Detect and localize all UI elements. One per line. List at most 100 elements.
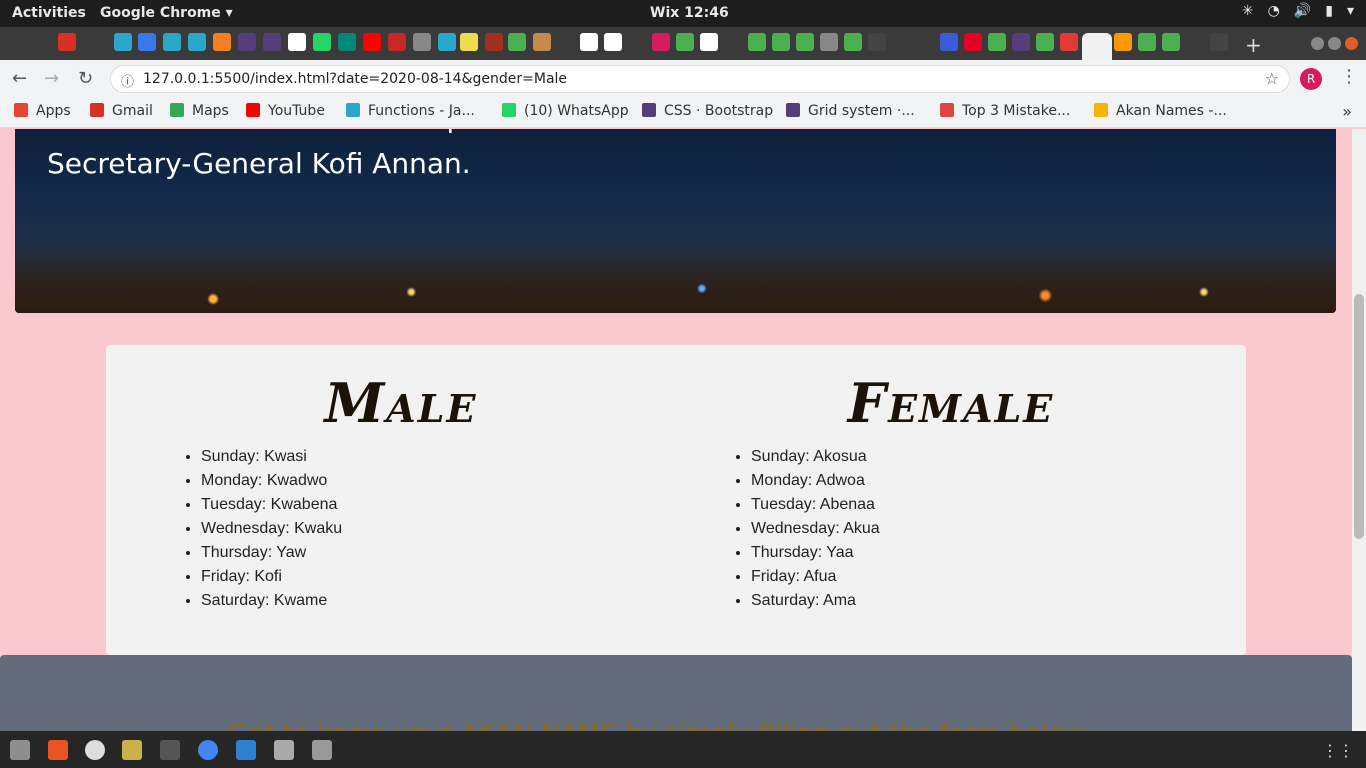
bookmark-akan-names[interactable]: Akan Names -... [1094,103,1227,119]
tab-32[interactable] [988,33,1006,51]
tab-22[interactable] [676,33,694,51]
tab-25[interactable] [772,33,790,51]
tab-11[interactable] [363,33,381,51]
tab-2[interactable] [138,33,156,51]
tab-31[interactable] [964,33,982,51]
bookmark-apps[interactable]: Apps [14,103,71,119]
tab-6[interactable] [238,33,256,51]
site-info-icon[interactable]: ⓘ [121,71,134,90]
files-icon[interactable] [10,740,30,760]
tab-35[interactable] [1060,33,1078,51]
window-controls[interactable] [1311,37,1358,50]
tab-18[interactable] [533,33,551,51]
tab-8[interactable] [288,33,306,51]
tab-active[interactable] [1082,33,1112,60]
forward-icon[interactable]: → [44,68,59,89]
bookmark-whatsapp[interactable]: (10) WhatsApp [502,103,629,119]
tab-17[interactable] [508,33,526,51]
printer-icon[interactable] [312,740,332,760]
minimize-icon[interactable] [1311,37,1324,50]
software-icon[interactable] [48,740,68,760]
tab-24[interactable] [748,33,766,51]
tab-1[interactable] [114,33,132,51]
battery-icon: ▮ [1325,3,1333,19]
back-icon[interactable]: ← [12,68,27,89]
tab-36[interactable] [1114,33,1132,51]
close-icon[interactable] [1345,37,1358,50]
tab-21[interactable] [652,33,670,51]
female-column: Female Sunday: Akosua Monday: Adwoa Tues… [676,371,1226,613]
list-item: Monday: Kwadwo [201,469,676,493]
wifi-icon: ◔ [1267,3,1280,19]
screenshot-icon[interactable] [122,740,142,760]
bookmark-maps[interactable]: Maps [170,103,229,119]
system-tray[interactable]: ✳ ◔ 🔊 ▮ ▾ [1242,3,1354,19]
slack-icon[interactable] [85,740,105,760]
tab-26[interactable] [796,33,814,51]
tab-27[interactable] [820,33,838,51]
tab-38[interactable] [1162,33,1180,51]
address-bar[interactable]: ⓘ 127.0.0.1:5500/index.html?date=2020-08… [110,65,1290,93]
bookmark-gmail[interactable]: Gmail [90,103,153,119]
tab-15[interactable] [460,33,478,51]
slack-icon[interactable]: ✳ [1242,3,1254,19]
tab-39[interactable] [1210,33,1228,51]
bookmark-grid-system[interactable]: Grid system ·... [786,103,915,119]
reload-icon[interactable]: ↻ [78,68,93,89]
tab-9[interactable] [313,33,331,51]
tab-33[interactable] [1012,33,1030,51]
show-apps-icon[interactable]: ⋮⋮ [1322,741,1354,760]
maximize-icon[interactable] [1328,37,1341,50]
gmail-icon [90,103,104,117]
system-top-bar: Activities Google Chrome ▾ Wix 12:46 ✳ ◔… [0,0,1366,27]
tab-13[interactable] [413,33,431,51]
profile-avatar[interactable]: R [1300,68,1322,90]
bootstrap-icon [786,103,800,117]
power-menu-icon[interactable]: ▾ [1347,3,1354,19]
tab-10[interactable] [338,33,356,51]
tab-4[interactable] [188,33,206,51]
volume-icon: 🔊 [1293,3,1312,19]
tab-12[interactable] [388,33,406,51]
bookmark-top-3-mistakes[interactable]: Top 3 Mistake... [940,103,1070,119]
tab-20[interactable] [604,33,622,51]
tab-23[interactable] [700,33,718,51]
video-icon[interactable] [160,740,180,760]
tab-30[interactable] [940,33,958,51]
bookmark-functions[interactable]: Functions - Ja... [346,103,475,119]
bookmark-youtube[interactable]: YouTube [246,103,325,119]
page-viewport: names include Ghana's first president Kw… [0,129,1352,731]
male-names-list: Sunday: Kwasi Monday: Kwadwo Tuesday: Kw… [201,445,676,613]
app-menu[interactable]: Google Chrome ▾ [100,5,233,21]
clock[interactable]: Wix 12:46 [650,5,729,21]
list-item: Wednesday: Kwaku [201,517,676,541]
list-item: Tuesday: Kwabena [201,493,676,517]
female-heading: Female [847,371,1055,435]
tab-gmail[interactable] [58,33,76,51]
url-text[interactable]: 127.0.0.1:5500/index.html?date=2020-08-1… [143,71,567,87]
vscode-icon[interactable] [236,740,256,760]
more-bookmarks-icon[interactable]: » [1342,102,1352,121]
text-editor-icon[interactable] [274,740,294,760]
activities-button[interactable]: Activities [12,5,86,21]
tab-37[interactable] [1138,33,1156,51]
tab-3[interactable] [163,33,181,51]
tab-19[interactable] [580,33,598,51]
page-scrollbar[interactable] [1352,129,1366,731]
new-tab-icon[interactable]: + [1245,33,1262,57]
tab-29[interactable] [868,33,886,51]
city-lights-image [15,243,1336,313]
bookmark-star-icon[interactable]: ☆ [1265,69,1279,88]
scrollbar-thumb[interactable] [1354,294,1364,539]
tab-7[interactable] [263,33,281,51]
tab-28[interactable] [844,33,862,51]
chrome-icon[interactable] [198,740,218,760]
tab-14[interactable] [438,33,456,51]
bookmark-css-bootstrap[interactable]: CSS · Bootstrap [642,103,773,119]
list-item: Sunday: Kwasi [201,445,676,469]
tab-5[interactable] [213,33,231,51]
tab-34[interactable] [1036,33,1054,51]
tab-16[interactable] [485,33,503,51]
dock: ⋮⋮ [0,731,1366,768]
chrome-menu-icon[interactable]: ⋮ [1340,66,1358,87]
